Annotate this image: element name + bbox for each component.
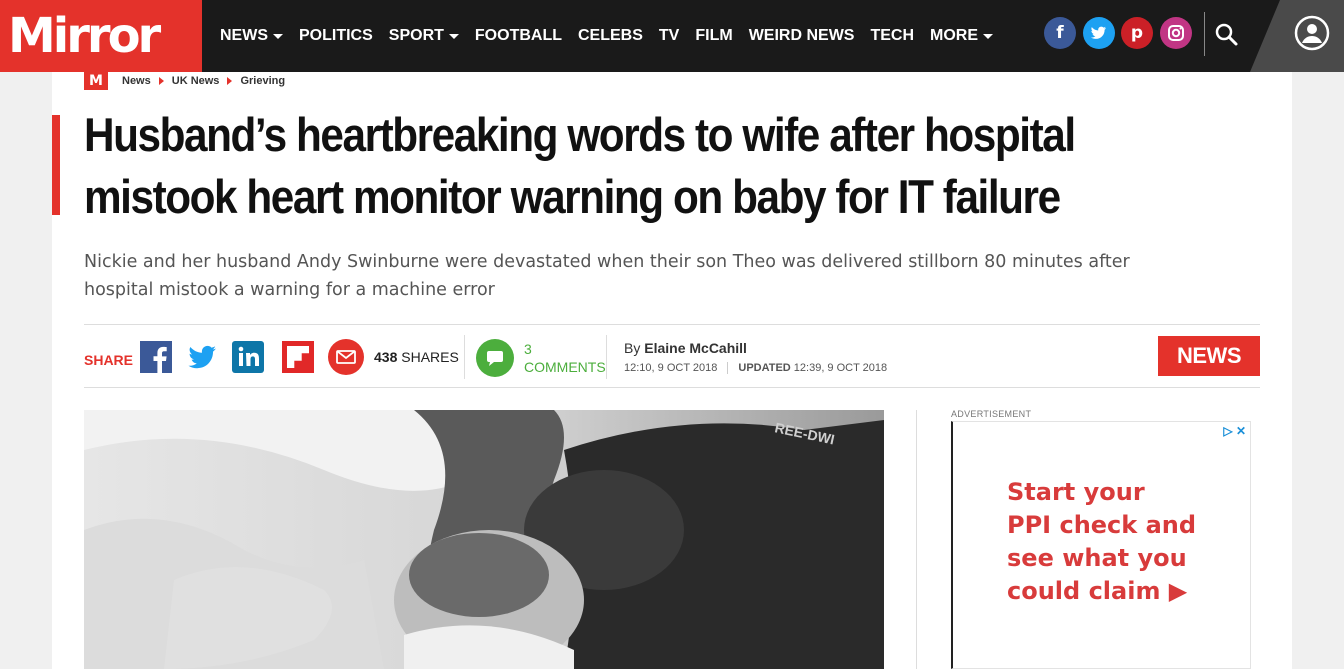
standfirst-line: Nickie and her husband Andy Swinburne we… — [84, 252, 1130, 272]
ad-line: see what you — [1007, 544, 1187, 572]
nav-item-sport[interactable]: SPORT — [389, 27, 459, 45]
search-icon[interactable] — [1214, 22, 1240, 48]
nav-label: NEWS — [220, 27, 268, 44]
nav-item-more[interactable]: MORE — [930, 27, 994, 45]
nav-label: FOOTBALL — [474, 27, 562, 44]
nav-item-celebs[interactable]: CELEBS — [578, 27, 643, 45]
nav-label: FILM — [695, 27, 733, 44]
updated-time: 12:39, 9 OCT 2018 — [793, 362, 888, 374]
article-dates: 12:10, 9 OCT 2018 UPDATED 12:39, 9 OCT 20… — [624, 362, 887, 374]
share-bar: SHARE 438 SHARES 3 COMMENTS By Elaine Mc… — [84, 324, 1260, 388]
nav-divider — [1204, 12, 1205, 56]
divider — [464, 335, 465, 379]
nav-item-tv[interactable]: TV — [659, 27, 679, 45]
flipboard-share-icon[interactable] — [282, 341, 314, 373]
headline-line: mistook heart monitor warning on baby fo… — [84, 170, 1061, 223]
facebook-share-icon[interactable] — [140, 341, 172, 373]
email-share-icon[interactable] — [328, 339, 364, 375]
breadcrumb-arrow-icon — [227, 77, 233, 85]
article-hero-image[interactable]: REE-DWI — [84, 410, 884, 669]
nav-item-politics[interactable]: POLITICS — [299, 27, 373, 45]
shares-count: 438 SHARES — [374, 349, 459, 365]
shares-label: SHARES — [401, 349, 459, 365]
twitter-share-icon[interactable] — [186, 341, 218, 373]
breadcrumb: M News UK News Grieving — [84, 72, 285, 90]
chevron-down-icon — [448, 33, 459, 39]
headline-accent-bar — [52, 115, 60, 215]
nav-item-football[interactable]: FOOTBALL — [475, 27, 562, 45]
nav-item-weird-news[interactable]: WEIRD NEWS — [749, 27, 855, 45]
nav-item-news[interactable]: NEWS — [220, 27, 283, 45]
advertisement-label: ADVERTISEMENT — [951, 409, 1032, 419]
instagram-icon[interactable] — [1160, 17, 1192, 49]
nav-label: CELEBS — [578, 27, 643, 44]
chevron-down-icon — [273, 33, 283, 39]
by-label: By — [624, 340, 641, 356]
adchoices-close-icon[interactable]: ▷ ✕ — [1223, 424, 1246, 438]
mirror-mini-logo[interactable]: M — [84, 72, 108, 90]
shares-number: 438 — [374, 349, 398, 365]
ad-headline[interactable]: Start your PPI check and see what you co… — [1007, 476, 1227, 608]
updated-label: UPDATED — [727, 362, 791, 374]
ad-line: could claim ▶ — [1007, 577, 1188, 605]
user-account-icon[interactable] — [1294, 15, 1330, 51]
facebook-icon[interactable]: f — [1044, 17, 1076, 49]
mirror-logo[interactable]: Mirror — [0, 0, 202, 72]
ad-line: Start your — [1007, 478, 1145, 506]
nav-label: POLITICS — [299, 27, 373, 44]
breadcrumb-uk-news[interactable]: UK News — [172, 75, 220, 87]
main-nav: NEWS POLITICS SPORT FOOTBALL CELEBS TV F… — [220, 0, 1009, 72]
nav-label: TV — [658, 27, 680, 44]
published-time: 12:10, 9 OCT 2018 — [624, 362, 718, 374]
headline-line: Husband’s heartbreaking words to wife af… — [84, 108, 1076, 161]
top-navigation-bar: Mirror NEWS POLITICS SPORT FOOTBALL CELE… — [0, 0, 1344, 72]
share-label: SHARE — [84, 352, 134, 368]
pinterest-icon[interactable]: p — [1121, 17, 1153, 49]
divider — [606, 335, 607, 379]
nav-label: MORE — [930, 27, 979, 44]
advertisement-banner[interactable]: ▷ ✕ Start your PPI check and see what yo… — [951, 421, 1251, 669]
ad-line: PPI check and — [1007, 511, 1197, 539]
standfirst-line: hospital mistook a warning for a machine… — [84, 280, 495, 300]
linkedin-share-icon[interactable] — [232, 341, 264, 373]
comments-icon[interactable] — [476, 339, 514, 377]
nav-label: SPORT — [388, 27, 444, 44]
nav-item-film[interactable]: FILM — [695, 27, 732, 45]
nav-label: TECH — [870, 27, 915, 44]
twitter-icon[interactable] — [1083, 17, 1115, 49]
chevron-down-icon — [983, 33, 994, 39]
breadcrumb-news[interactable]: News — [122, 75, 151, 87]
comments-count[interactable]: 3 — [524, 341, 532, 357]
article-headline: Husband’s heartbreaking words to wife af… — [84, 104, 1263, 228]
article-standfirst: Nickie and her husband Andy Swinburne we… — [84, 248, 1234, 304]
nav-label: WEIRD NEWS — [748, 27, 855, 44]
nav-item-tech[interactable]: TECH — [870, 27, 914, 45]
byline: By Elaine McCahill — [624, 340, 747, 356]
breadcrumb-grieving[interactable]: Grieving — [240, 75, 285, 87]
section-badge[interactable]: NEWS — [1158, 336, 1260, 376]
comments-link[interactable]: COMMENTS — [524, 359, 606, 375]
author-link[interactable]: Elaine McCahill — [644, 340, 747, 356]
column-divider — [916, 410, 917, 669]
breadcrumb-arrow-icon — [158, 77, 164, 85]
